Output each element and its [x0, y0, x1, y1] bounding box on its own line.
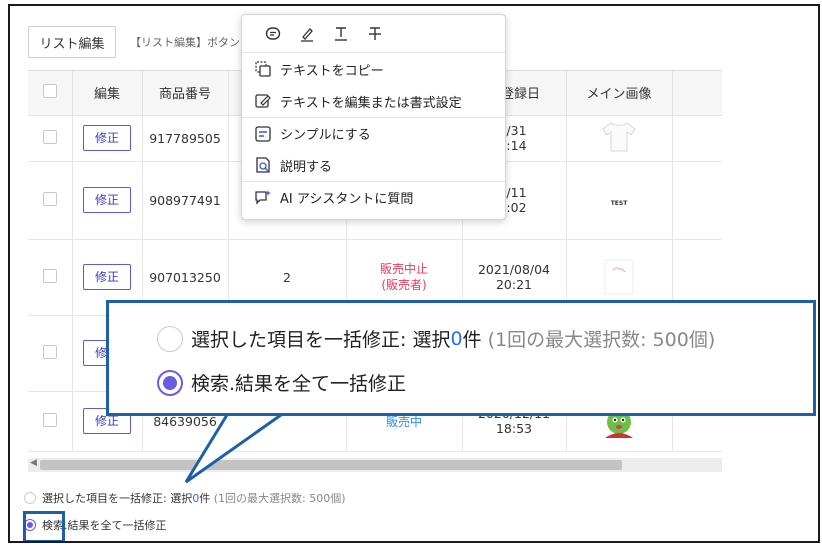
menu-item-ask-ai[interactable]: AI アシスタントに質問: [242, 181, 505, 213]
comment-icon[interactable]: [256, 22, 290, 46]
screenshot-frame: リスト編集 【リスト編集】ボタンよ 編集 商品番号 品登録日 メイン画像 修正 …: [8, 4, 820, 543]
menu-item-simplify[interactable]: シンプルにする: [242, 117, 505, 149]
zoom-callout: 選択した項目を一括修正: 選択 0 件 (1回の最大選択数: 500個) 検索.結果…: [106, 300, 816, 416]
edit-icon: [255, 94, 271, 108]
callout-max-note: (1回の最大選択数: 500個): [487, 329, 716, 351]
menu-item-label: AI アシスタントに質問: [280, 192, 414, 207]
strikethrough-icon[interactable]: [358, 22, 392, 46]
callout-selected-label: 選択した項目を一括修正: 選択: [191, 329, 451, 351]
menu-item-copy-text[interactable]: テキストをコピー: [242, 53, 505, 85]
menu-item-label: シンプルにする: [280, 128, 371, 143]
menu-item-label: テキストをコピー: [280, 63, 384, 79]
explain-icon: [256, 157, 270, 173]
callout-all-radio: [157, 369, 183, 396]
menu-item-edit-format[interactable]: テキストを編集または書式設定: [242, 85, 505, 117]
menu-item-label: 説明する: [280, 159, 333, 175]
menu-item-label: テキストを編集または書式設定: [280, 95, 462, 111]
ai-assistant-icon: [255, 189, 271, 205]
callout-selected-count: 0: [450, 327, 463, 350]
simplify-icon: [255, 125, 271, 142]
underline-icon[interactable]: [324, 22, 358, 46]
highlight-box: [23, 511, 65, 541]
callout-selected-unit: 件: [462, 329, 482, 351]
callout-selected-radio: [157, 325, 183, 352]
callout-all-option: 検索.結果を全て一括修正: [157, 369, 406, 396]
highlighter-icon[interactable]: [290, 22, 324, 46]
text-context-menu: テキストをコピー テキストを編集または書式設定 シンプルにする 説明する AI …: [241, 14, 506, 220]
callout-all-label: 検索.結果を全て一括修正: [191, 373, 407, 395]
menu-item-explain[interactable]: 説明する: [242, 149, 505, 181]
format-toolbar: [242, 15, 505, 53]
callout-selected-option: 選択した項目を一括修正: 選択 0 件 (1回の最大選択数: 500個): [157, 325, 715, 352]
copy-icon: [255, 61, 271, 77]
